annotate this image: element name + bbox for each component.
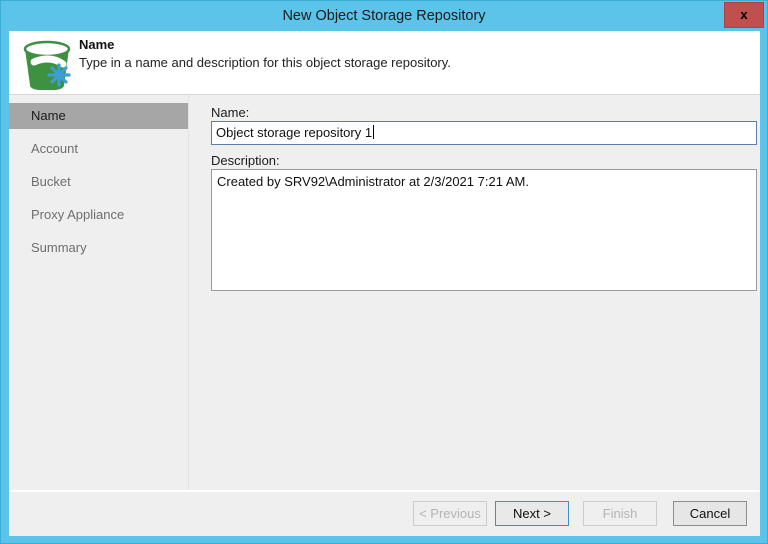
header-title: Name	[79, 37, 115, 52]
wizard-steps-sidebar: Name Account Bucket Proxy Appliance Summ…	[9, 95, 189, 491]
name-input-value-row: Object storage repository 1	[216, 125, 375, 140]
sidebar-item-summary[interactable]: Summary	[9, 235, 188, 261]
description-value: Created by SRV92\Administrator at 2/3/20…	[217, 174, 529, 189]
next-button[interactable]: Next >	[495, 501, 569, 526]
name-input[interactable]: Object storage repository 1	[211, 121, 757, 145]
name-field-label: Name:	[211, 105, 250, 120]
finish-button[interactable]: Finish	[583, 501, 657, 526]
window-title: New Object Storage Repository	[282, 8, 486, 24]
dialog-window: New Object Storage Repository x Name Typ…	[0, 0, 768, 544]
sidebar-item-account[interactable]: Account	[9, 136, 188, 162]
description-textarea[interactable]: Created by SRV92\Administrator at 2/3/20…	[211, 169, 757, 291]
sidebar-item-name[interactable]: Name	[9, 103, 188, 129]
form-content: Name: Object storage repository 1 Descri…	[197, 95, 760, 491]
bucket-snowflake-icon	[17, 35, 79, 93]
description-field-label: Description:	[211, 153, 280, 168]
header-subtitle: Type in a name and description for this …	[79, 55, 451, 70]
wizard-header: Name Type in a name and description for …	[9, 31, 760, 95]
title-bar: New Object Storage Repository x	[1, 1, 767, 31]
sidebar-item-proxy-appliance[interactable]: Proxy Appliance	[9, 202, 188, 228]
dialog-body: Name Account Bucket Proxy Appliance Summ…	[9, 95, 760, 491]
text-caret	[373, 125, 375, 139]
cancel-button[interactable]: Cancel	[673, 501, 747, 526]
dialog-footer: < Previous Next > Finish Cancel	[9, 492, 760, 536]
previous-button[interactable]: < Previous	[413, 501, 487, 526]
close-button[interactable]: x	[724, 2, 764, 28]
name-input-value: Object storage repository 1	[216, 125, 373, 140]
sidebar-item-bucket[interactable]: Bucket	[9, 169, 188, 195]
